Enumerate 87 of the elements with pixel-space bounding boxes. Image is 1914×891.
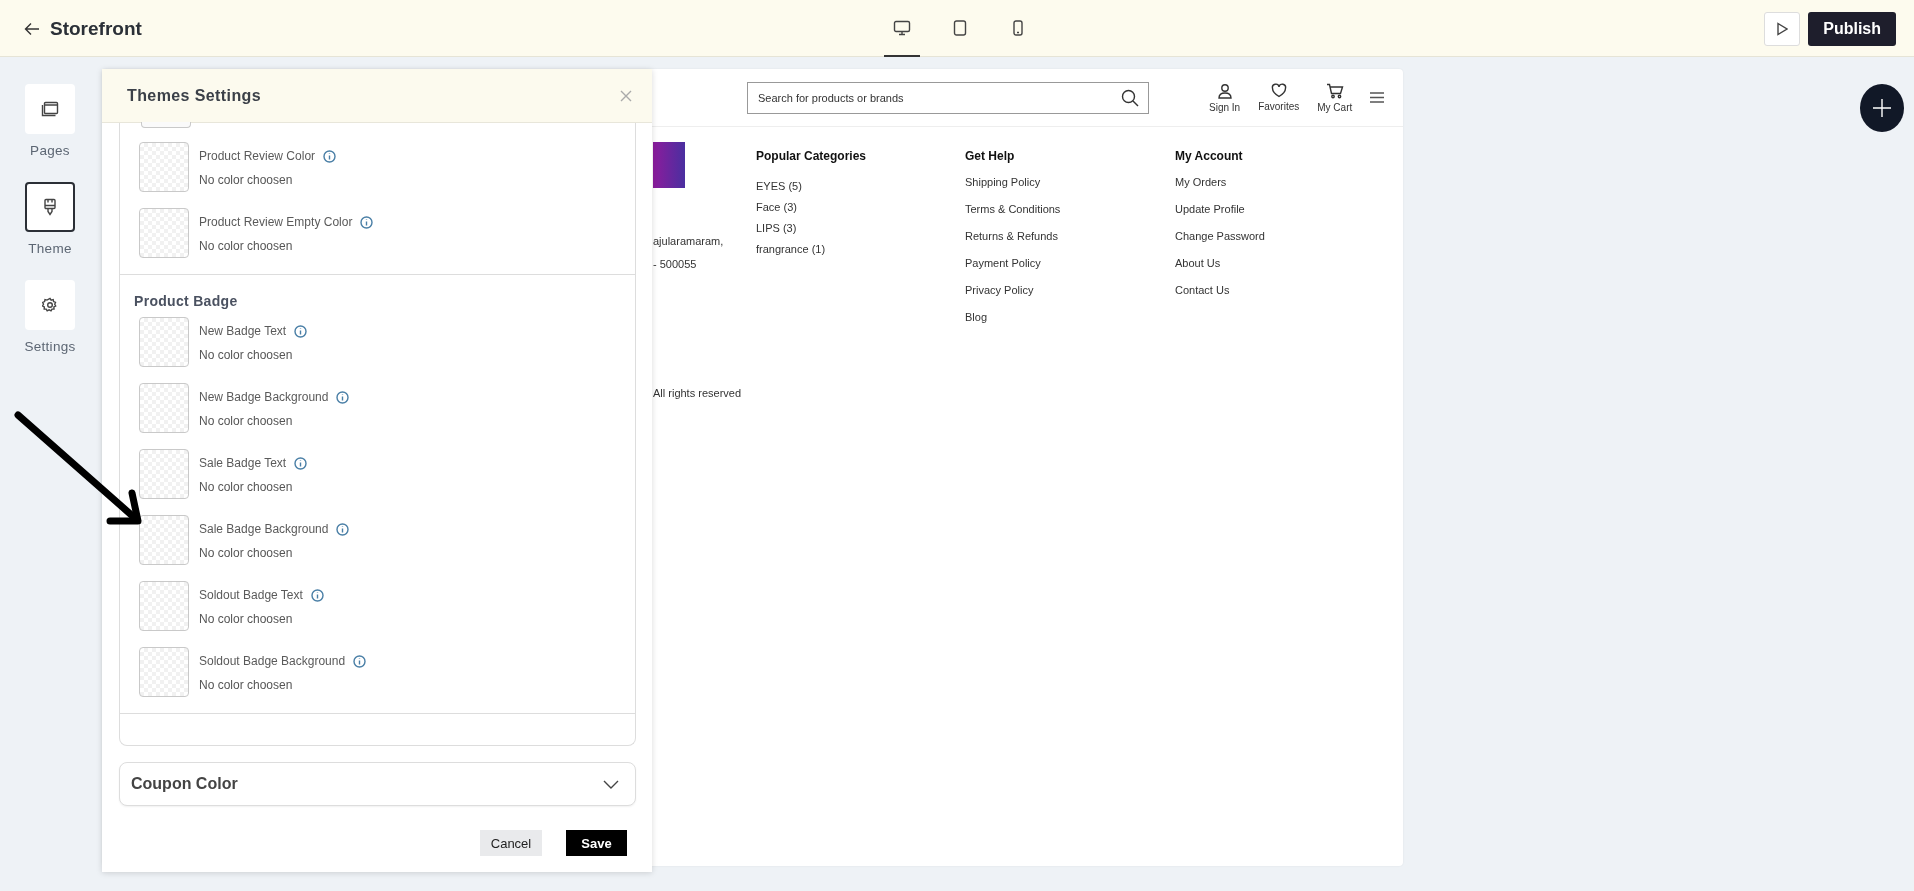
color-value: No color choosen <box>199 414 294 428</box>
footer-link[interactable]: Privacy Policy <box>965 284 1034 296</box>
header-link[interactable]: Sign In <box>1209 82 1241 113</box>
color-swatch[interactable] <box>139 142 189 192</box>
color-value: No color choosen <box>199 348 294 362</box>
plus-icon <box>1872 98 1892 118</box>
color-swatch[interactable] <box>139 647 189 697</box>
publish-button[interactable]: Publish <box>1808 11 1896 46</box>
logo-placeholder <box>653 142 685 188</box>
tablet-icon <box>953 19 967 36</box>
gear-icon <box>42 297 58 313</box>
color-label: New Badge Background <box>199 390 329 404</box>
address-text: - 500055 <box>653 258 697 270</box>
footer-link[interactable]: LIPS (3) <box>756 222 797 234</box>
heart-icon <box>1270 83 1287 98</box>
color-label: Product Review Empty Color <box>199 215 353 229</box>
header-link[interactable]: My Cart <box>1317 82 1353 113</box>
footer-link[interactable]: Blog <box>965 311 988 323</box>
footer-heading: Get Help <box>965 149 1015 163</box>
footer-link[interactable]: Contact Us <box>1175 284 1230 296</box>
color-label: Sale Badge Text <box>199 456 287 470</box>
info-icon <box>294 456 308 470</box>
info-icon <box>323 149 337 163</box>
color-swatch[interactable] <box>139 515 189 565</box>
cart-icon <box>1325 82 1344 99</box>
info-icon <box>336 522 350 536</box>
close-icon <box>620 89 632 102</box>
color-label: Soldout Badge Background <box>199 654 346 668</box>
color-label: New Badge Text <box>199 324 287 338</box>
header-link[interactable]: Favorites <box>1258 83 1300 112</box>
play-icon <box>1776 21 1789 36</box>
color-label: Product Review Color <box>199 149 316 163</box>
menu-button[interactable] <box>1370 92 1385 103</box>
color-value: No color choosen <box>199 480 294 494</box>
info-icon <box>336 390 350 404</box>
menu-icon <box>1370 92 1385 103</box>
address-text: ajularamaram, <box>653 235 724 247</box>
footer-link[interactable]: EYES (5) <box>756 180 802 192</box>
user-icon <box>1216 82 1233 99</box>
color-value: No color choosen <box>199 173 294 187</box>
cancel-button[interactable]: Cancel <box>480 830 542 856</box>
color-value: No color choosen <box>199 678 294 692</box>
paintbrush-icon <box>43 198 57 216</box>
accordion-header[interactable]: Coupon Color <box>119 762 636 806</box>
color-label: Soldout Badge Text <box>199 588 303 602</box>
footer-link[interactable]: Shipping Policy <box>965 176 1041 188</box>
footer-link[interactable]: frangrance (1) <box>756 243 826 255</box>
add-button[interactable] <box>1860 84 1904 132</box>
search-field[interactable]: Search for products or brands <box>747 81 1149 114</box>
color-swatch[interactable] <box>139 317 189 367</box>
footer-link[interactable]: Returns & Refunds <box>965 230 1058 242</box>
footer-heading: My Account <box>1175 149 1243 163</box>
footer-heading: Popular Categories <box>756 149 867 163</box>
color-value: No color choosen <box>199 612 294 626</box>
desktop-icon <box>893 19 911 36</box>
preview-button[interactable] <box>1764 11 1801 46</box>
color-swatch[interactable] <box>139 383 189 433</box>
search-icon <box>1121 88 1139 107</box>
footer-link[interactable]: Update Profile <box>1175 203 1245 215</box>
info-icon <box>294 324 308 338</box>
color-value: No color choosen <box>199 239 294 253</box>
back-button[interactable] <box>24 21 40 36</box>
color-label: Sale Badge Background <box>199 522 329 536</box>
copyright-text: All rights reserved <box>653 387 742 399</box>
color-swatch[interactable] <box>141 122 191 128</box>
info-icon <box>310 588 324 602</box>
info-icon <box>360 215 374 229</box>
color-value: No color choosen <box>199 546 294 560</box>
save-button[interactable]: Save <box>566 830 627 856</box>
footer-link[interactable]: Face (3) <box>756 201 797 213</box>
chevron-down-icon <box>603 779 619 789</box>
page-title: Storefront <box>50 17 142 40</box>
footer-link[interactable]: Change Password <box>1175 230 1265 242</box>
back-arrow-icon <box>24 21 40 36</box>
info-icon <box>353 654 367 668</box>
color-swatch[interactable] <box>139 449 189 499</box>
close-button[interactable] <box>620 89 632 102</box>
mobile-icon <box>1013 19 1023 36</box>
color-swatch[interactable] <box>139 208 189 258</box>
footer-link[interactable]: My Orders <box>1175 176 1227 188</box>
panel-title: Themes Settings <box>127 86 262 105</box>
footer-link[interactable]: Payment Policy <box>965 257 1041 269</box>
color-swatch[interactable] <box>139 581 189 631</box>
pages-icon <box>41 101 59 117</box>
footer-link[interactable]: Terms & Conditions <box>965 203 1061 215</box>
section-heading: Product Badge <box>134 293 239 309</box>
footer-link[interactable]: About Us <box>1175 257 1221 269</box>
